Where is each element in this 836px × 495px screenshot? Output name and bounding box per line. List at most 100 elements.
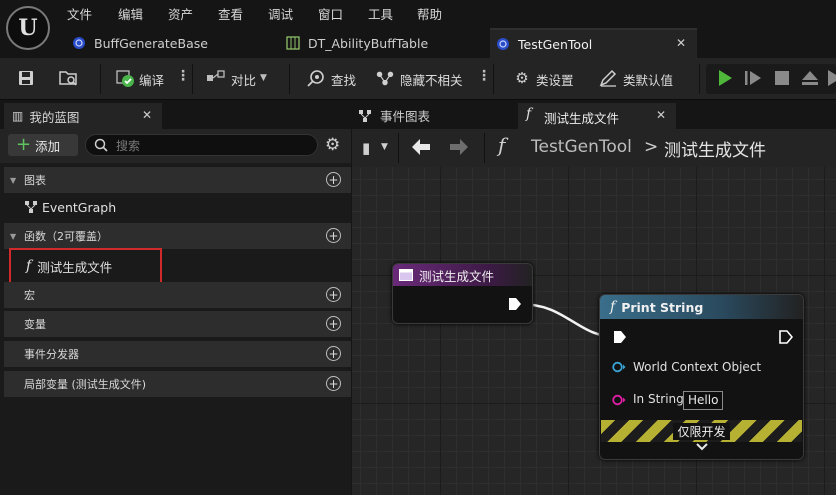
save-icon[interactable] — [16, 68, 36, 88]
toolbar-separator — [100, 64, 101, 94]
toolbar-separator — [484, 133, 485, 163]
toolbar-separator — [699, 64, 700, 94]
bookmark-icon[interactable]: ▮ — [362, 139, 370, 157]
compile-options-icon[interactable]: ⋮ — [176, 68, 190, 84]
menu-debug[interactable]: 调试 — [268, 4, 293, 23]
menu-edit[interactable]: 编辑 — [118, 4, 143, 23]
in-string-pin[interactable] — [612, 394, 626, 406]
function-icon: f — [526, 106, 532, 122]
section-label: 变量 — [24, 318, 46, 331]
browse-asset-icon[interactable] — [58, 68, 78, 88]
toolbar-separator — [192, 64, 193, 94]
chevron-down-icon[interactable]: ▼ — [381, 142, 388, 152]
play-options-icon[interactable] — [824, 68, 836, 88]
forward-arrow-icon[interactable] — [448, 137, 470, 160]
menu-window[interactable]: 窗口 — [318, 4, 343, 23]
add-macro-icon[interactable]: + — [326, 287, 341, 302]
function-entry-node[interactable]: 测试生成文件 — [392, 263, 533, 324]
exec-in-pin[interactable] — [613, 330, 627, 344]
add-function-icon[interactable]: + — [326, 228, 341, 243]
doc-tab-dt-abilitybufftable[interactable]: DT_AbilityBuffTable — [280, 28, 485, 58]
unreal-logo[interactable]: U — [6, 6, 50, 50]
function-icon: f — [498, 133, 506, 157]
tab-event-graph[interactable]: 事件图表 — [358, 106, 430, 125]
search-placeholder: 搜索 — [116, 138, 141, 153]
section-label: 图表 — [24, 174, 46, 187]
settings-gear-icon[interactable]: ⚙ — [325, 134, 340, 156]
class-defaults-icon[interactable] — [598, 68, 618, 88]
class-defaults-label[interactable]: 类默认值 — [623, 70, 673, 89]
play-icon[interactable] — [715, 68, 735, 91]
eject-icon[interactable] — [800, 68, 820, 91]
doc-tab-buffgeneratebase[interactable]: BuffGenerateBase — [66, 28, 276, 58]
menu-tools[interactable]: 工具 — [368, 4, 393, 23]
data-table-icon — [286, 36, 300, 50]
menu-asset[interactable]: 资产 — [168, 4, 193, 23]
close-icon[interactable]: ✕ — [142, 108, 152, 122]
section-label: 函数（2可覆盖） — [24, 230, 108, 243]
hide-unrelated-label[interactable]: 隐藏不相关 — [400, 70, 463, 89]
diff-label[interactable]: 对比 — [231, 70, 256, 89]
node-header: 测试生成文件 — [393, 264, 532, 286]
list-item-eventgraph[interactable]: EventGraph — [4, 193, 351, 221]
stop-icon[interactable] — [772, 68, 792, 91]
hide-unrelated-options-icon[interactable]: ⋮ — [477, 68, 491, 84]
event-graph-icon — [359, 109, 371, 122]
dev-only-label: 仅限开发 — [673, 422, 730, 440]
search-input[interactable]: 搜索 — [85, 134, 318, 156]
development-only-banner: 仅限开发 — [601, 420, 802, 442]
section-label: 事件分发器 — [24, 348, 79, 361]
section-variables[interactable]: 变量 + — [4, 311, 351, 337]
search-icon — [94, 138, 108, 152]
menu-view[interactable]: 查看 — [218, 4, 243, 23]
chevron-down-icon[interactable]: ▼ — [260, 73, 267, 83]
tab-label: 测试生成文件 — [544, 111, 620, 126]
breadcrumb-root[interactable]: TestGenTool — [531, 137, 632, 157]
hide-unrelated-icon[interactable] — [375, 68, 395, 88]
tab-my-blueprint[interactable]: ▥ 我的蓝图 ✕ — [4, 103, 162, 129]
in-string-value-input[interactable]: Hello — [683, 391, 724, 410]
toolbar-separator — [493, 64, 494, 94]
compile-label[interactable]: 编译 — [139, 70, 164, 89]
close-icon[interactable]: ✕ — [656, 108, 666, 122]
section-macros[interactable]: 宏 + — [4, 282, 351, 308]
blueprint-class-icon — [72, 36, 86, 50]
world-context-pin[interactable] — [612, 361, 626, 373]
section-functions[interactable]: ▼ 函数（2可覆盖） + — [4, 223, 351, 249]
add-button[interactable]: + 添加 — [8, 134, 78, 156]
exec-out-pin[interactable] — [779, 330, 793, 344]
menu-file[interactable]: 文件 — [67, 4, 92, 23]
collapse-triangle-icon: ▼ — [10, 175, 17, 185]
doc-tab-label: TestGenTool — [518, 36, 593, 52]
breadcrumb-current: 测试生成文件 — [664, 141, 766, 161]
find-label[interactable]: 查找 — [331, 70, 356, 89]
section-local-variables[interactable]: 局部变量 (测试生成文件) + — [4, 371, 351, 397]
close-icon[interactable]: ✕ — [676, 36, 686, 50]
section-event-dispatchers[interactable]: 事件分发器 + — [4, 341, 351, 367]
diff-icon[interactable] — [206, 68, 226, 88]
add-variable-icon[interactable]: + — [326, 316, 341, 331]
gear-icon[interactable]: ⚙ — [512, 68, 532, 88]
event-graph-icon — [25, 201, 37, 213]
back-arrow-icon[interactable] — [410, 137, 432, 160]
doc-tab-testgentool[interactable]: TestGenTool ✕ — [490, 28, 697, 58]
node-header: f Print String — [600, 295, 803, 319]
find-icon[interactable] — [306, 68, 326, 88]
step-icon[interactable] — [743, 68, 763, 91]
class-settings-label[interactable]: 类设置 — [536, 70, 574, 89]
exec-out-pin[interactable] — [508, 297, 522, 311]
function-icon: f — [610, 299, 616, 315]
menu-help[interactable]: 帮助 — [417, 4, 442, 23]
add-dispatcher-icon[interactable]: + — [326, 346, 341, 361]
toolbar-separator — [398, 133, 399, 163]
book-icon: ▥ — [12, 109, 24, 123]
compile-icon[interactable] — [115, 68, 135, 88]
add-local-variable-icon[interactable]: + — [326, 376, 341, 391]
section-graphs[interactable]: ▼ 图表 + — [4, 167, 351, 193]
pin-label-in-string: In String — [633, 392, 684, 406]
tab-function-graph[interactable]: f 测试生成文件 ✕ — [518, 103, 676, 129]
expand-chevron-icon[interactable] — [696, 442, 708, 455]
list-item-label: EventGraph — [42, 199, 117, 215]
node-title: Print String — [621, 299, 704, 315]
add-graph-icon[interactable]: + — [326, 172, 341, 187]
